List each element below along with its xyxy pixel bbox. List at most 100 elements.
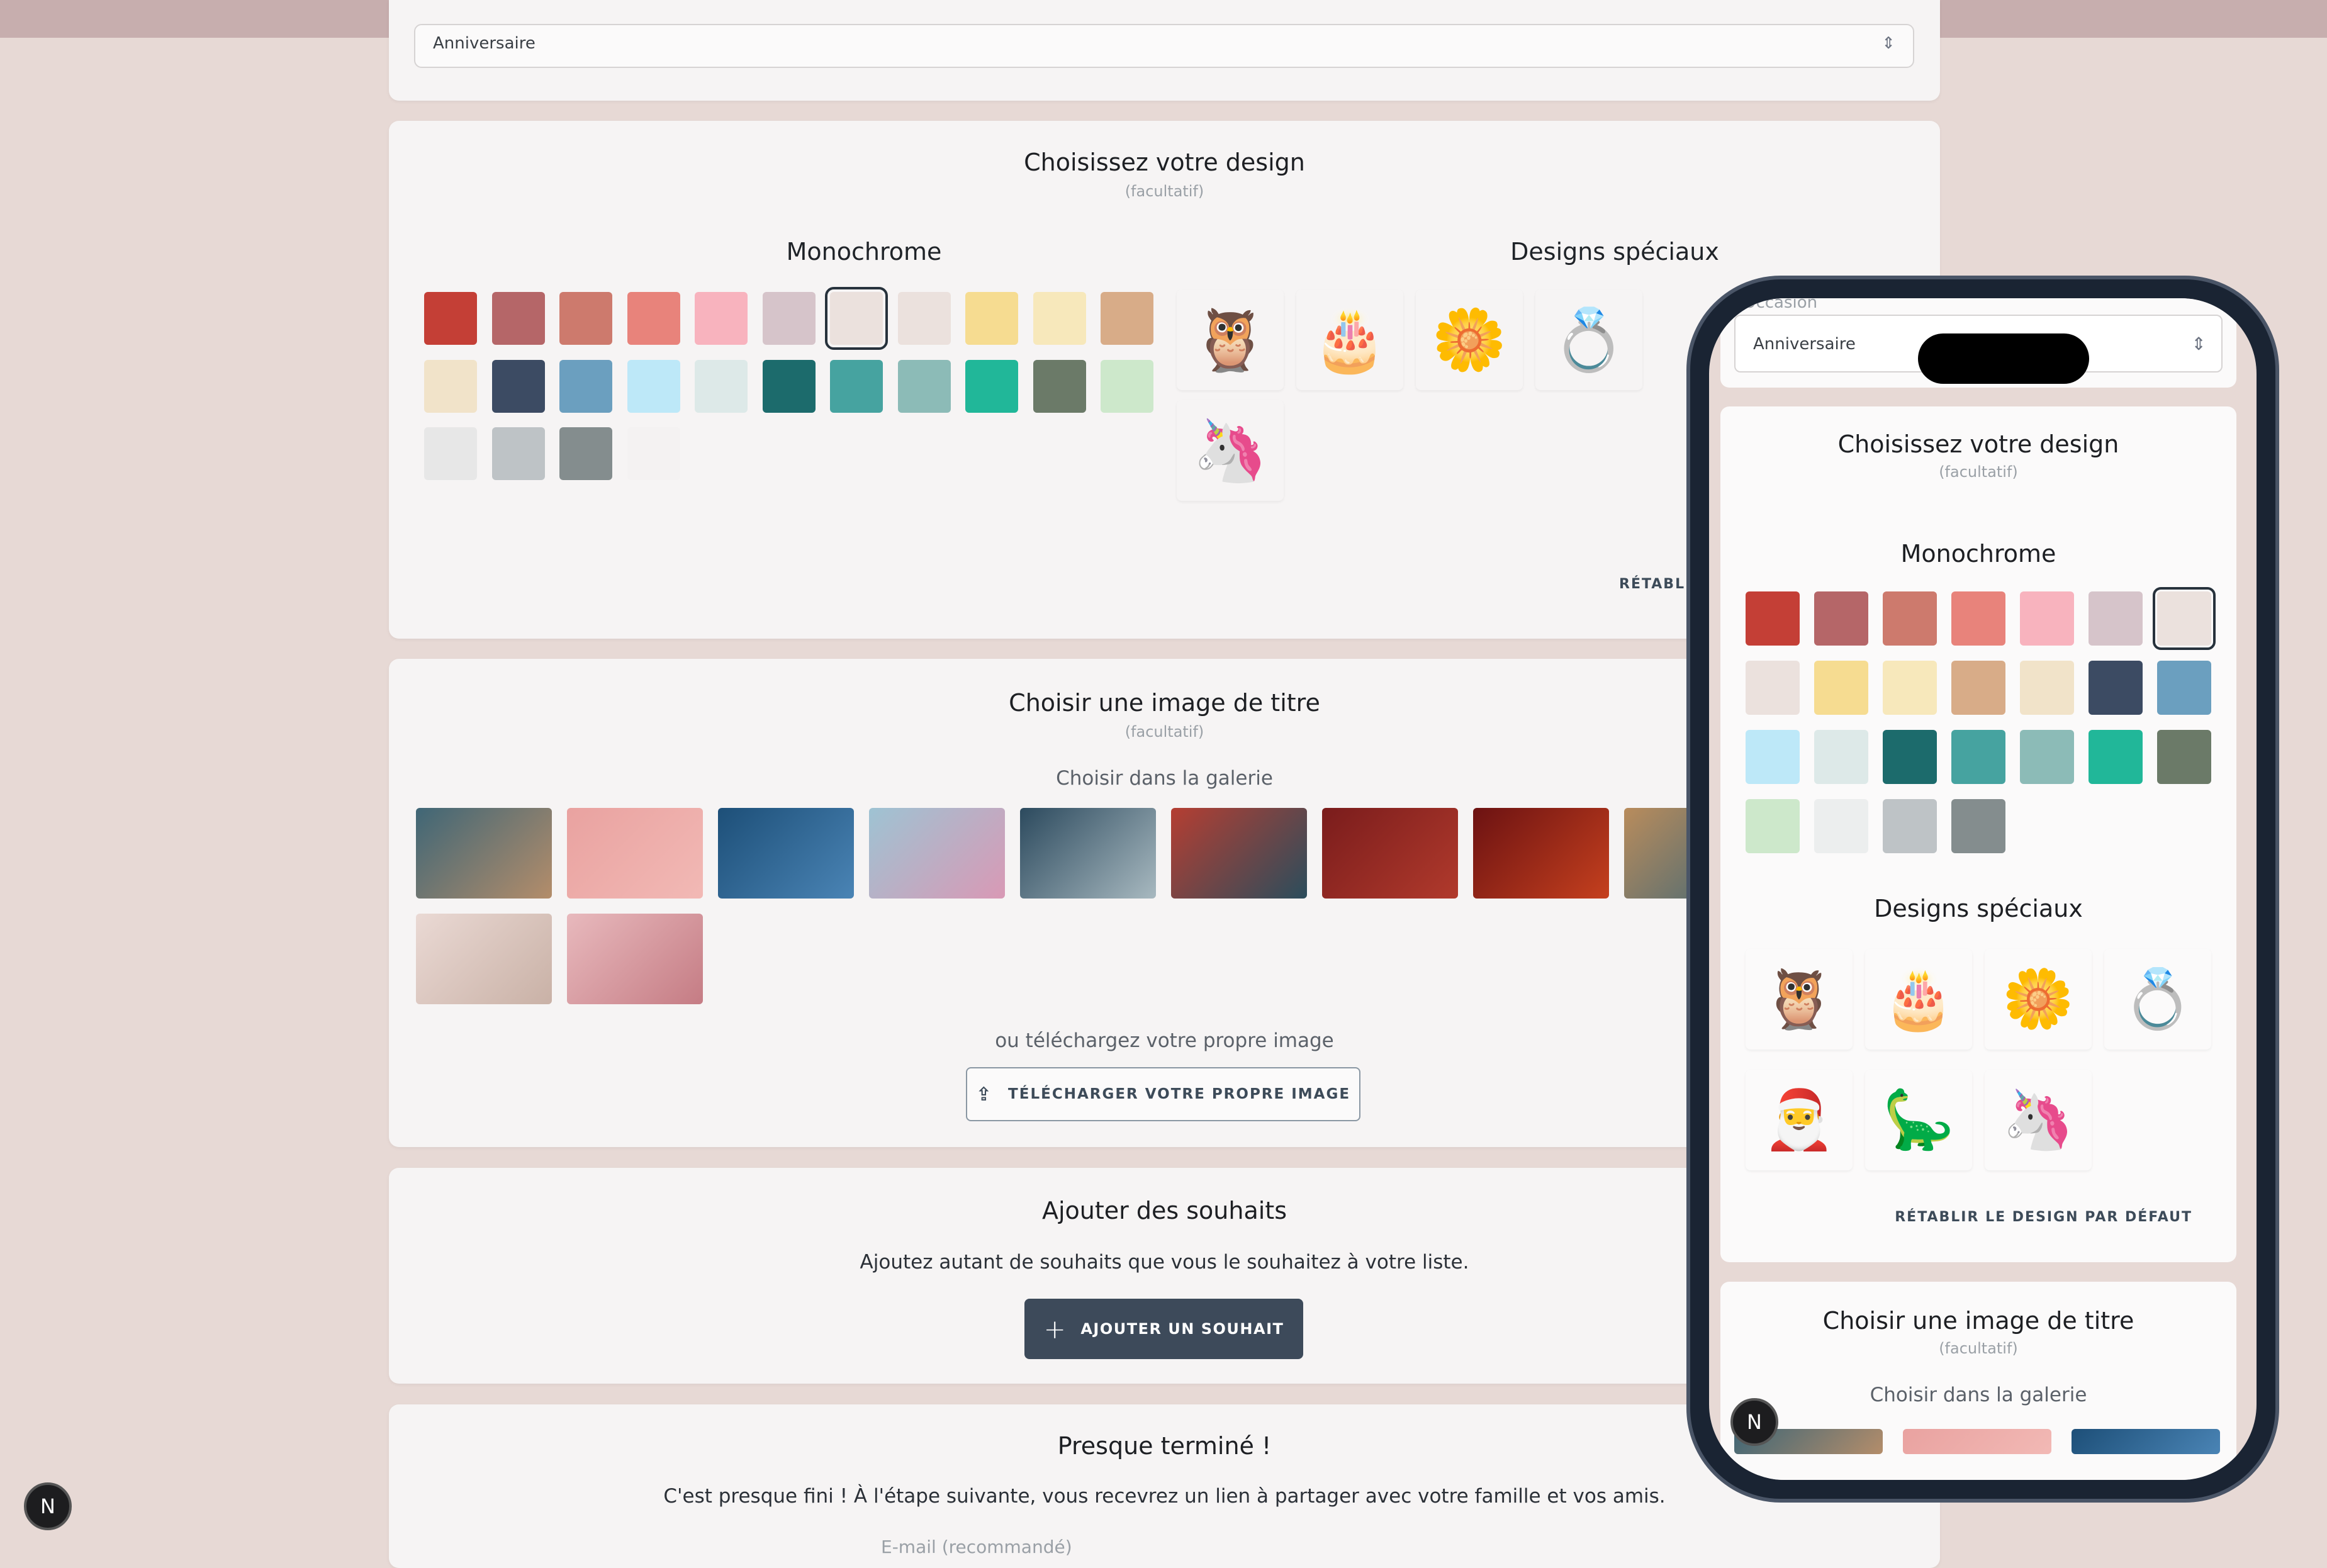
phone-color-swatch[interactable]: [1814, 661, 1868, 715]
phone-design-unicorn[interactable]: 🦄: [1985, 1070, 2092, 1170]
phone-color-swatch[interactable]: [2153, 587, 2216, 650]
phone-color-swatch[interactable]: [1746, 661, 1800, 715]
phone-color-swatch[interactable]: [1814, 799, 1868, 853]
nextjs-badge-icon[interactable]: N: [24, 1482, 72, 1530]
upload-icon: ⇪: [975, 1083, 994, 1106]
reset-design-link-truncated[interactable]: RÉTABLI: [1619, 576, 1691, 592]
color-swatch[interactable]: [491, 292, 545, 345]
color-swatch[interactable]: [424, 427, 477, 480]
monochrome-heading: Monochrome: [786, 238, 942, 266]
color-swatch[interactable]: [424, 292, 477, 345]
design-white-flower[interactable]: 🌼: [1416, 289, 1523, 390]
gallery-image-santa-gnome[interactable]: [1171, 808, 1307, 899]
phone-design-dinosaur[interactable]: 🦕: [1865, 1070, 1972, 1170]
color-swatch[interactable]: [627, 359, 680, 413]
color-swatch[interactable]: [825, 287, 888, 350]
gallery-image-pink-balloons[interactable]: [869, 808, 1005, 899]
phone-color-swatch[interactable]: [1883, 799, 1937, 853]
color-swatch[interactable]: [965, 359, 1018, 413]
upload-button-label: TÉLÉCHARGER VOTRE PROPRE IMAGE: [1008, 1086, 1351, 1102]
phone-occasion-label: Occasion: [1743, 298, 1818, 312]
add-wish-button[interactable]: + AJOUTER UN SOUHAIT: [1024, 1299, 1303, 1359]
color-swatch[interactable]: [965, 292, 1018, 345]
upload-image-button[interactable]: ⇪ TÉLÉCHARGER VOTRE PROPRE IMAGE: [966, 1067, 1360, 1121]
design-flower-rings[interactable]: 💍: [1535, 289, 1642, 390]
gallery-image-winter-deer[interactable]: [1020, 808, 1156, 899]
phone-nextjs-badge-icon[interactable]: N: [1730, 1398, 1778, 1446]
occasion-select-value: Anniversaire: [433, 34, 535, 53]
phone-color-swatch[interactable]: [2020, 661, 2074, 715]
phone-title-image-title: Choisir une image de titre: [1822, 1307, 2134, 1335]
color-swatch[interactable]: [1033, 359, 1086, 413]
plus-icon: +: [1043, 1313, 1067, 1345]
color-swatch[interactable]: [695, 292, 748, 345]
color-swatch[interactable]: [1033, 292, 1086, 345]
phone-color-swatch[interactable]: [2089, 591, 2143, 646]
phone-color-swatch[interactable]: [2089, 661, 2143, 715]
gallery-image-pink-cake[interactable]: [567, 808, 703, 899]
phone-color-swatch[interactable]: [2020, 591, 2074, 646]
gallery-image-rings-roses[interactable]: [416, 914, 552, 1004]
design-unicorn[interactable]: 🦄: [1177, 400, 1284, 501]
color-swatch[interactable]: [559, 359, 612, 413]
design-owl-flowers[interactable]: 🦉: [1177, 289, 1284, 390]
gallery-image-elephant-boy[interactable]: [416, 808, 552, 899]
phone-design-birthday-cake-balloon[interactable]: 🎂: [1865, 949, 1972, 1050]
chevron-updown-icon: ⇕: [2191, 333, 2206, 354]
phone-design-white-flower[interactable]: 🌼: [1985, 949, 2092, 1050]
phone-color-swatch[interactable]: [2089, 730, 2143, 784]
special-designs-heading: Designs spéciaux: [1510, 238, 1719, 266]
gallery-image-red-gift-bokeh[interactable]: [1473, 808, 1609, 899]
phone-gallery-image[interactable]: [1903, 1429, 2051, 1454]
color-swatch[interactable]: [559, 427, 612, 480]
color-swatch[interactable]: [1101, 359, 1153, 413]
phone-color-swatch[interactable]: [2157, 730, 2211, 784]
gallery-image-pink-peony[interactable]: [567, 914, 703, 1004]
phone-design-title: Choisissez votre design: [1837, 430, 2119, 458]
color-swatch[interactable]: [424, 359, 477, 413]
phone-monochrome-heading: Monochrome: [1900, 540, 2056, 568]
phone-color-swatch[interactable]: [1951, 799, 2005, 853]
gallery-image-santa-gifts[interactable]: [1322, 808, 1458, 899]
phone-color-swatch[interactable]: [1814, 730, 1868, 784]
phone-title-image-optional: (facultatif): [1939, 1340, 2018, 1357]
design-birthday-cake-balloon[interactable]: 🎂: [1296, 289, 1403, 390]
phone-color-swatch[interactable]: [2020, 730, 2074, 784]
email-field[interactable]: E-mail (recommandé): [881, 1537, 1072, 1557]
phone-design-flower-rings[interactable]: 💍: [2104, 949, 2211, 1050]
color-swatch[interactable]: [762, 292, 816, 345]
almost-description: C'est presque fini ! À l'étape suivante,…: [663, 1485, 1666, 1508]
phone-color-swatch[interactable]: [1814, 591, 1868, 646]
color-swatch[interactable]: [491, 427, 545, 480]
phone-color-swatch[interactable]: [1951, 591, 2005, 646]
color-swatch[interactable]: [627, 292, 680, 345]
chevron-updown-icon: ⇕: [1881, 34, 1895, 53]
phone-color-swatch[interactable]: [1883, 591, 1937, 646]
color-swatch[interactable]: [897, 359, 951, 413]
phone-design-santa-claus[interactable]: 🎅: [1746, 1070, 1853, 1170]
occasion-select[interactable]: Anniversaire ⇕: [414, 24, 1914, 68]
color-swatch[interactable]: [1101, 292, 1153, 345]
phone-gallery-image[interactable]: [2072, 1429, 2220, 1454]
color-swatch[interactable]: [491, 359, 545, 413]
color-swatch[interactable]: [695, 359, 748, 413]
phone-color-swatch[interactable]: [2157, 661, 2211, 715]
color-swatch[interactable]: [897, 292, 951, 345]
color-swatch[interactable]: [762, 359, 816, 413]
phone-color-swatch[interactable]: [1746, 591, 1800, 646]
phone-design-owl-flowers[interactable]: 🦉: [1746, 949, 1853, 1050]
dynamic-island: [1918, 333, 2089, 384]
phone-special-heading: Designs spéciaux: [1874, 895, 2083, 922]
phone-color-swatch[interactable]: [1883, 730, 1937, 784]
phone-color-swatch[interactable]: [1951, 730, 2005, 784]
gallery-image-blue-toys[interactable]: [718, 808, 854, 899]
phone-color-swatch[interactable]: [1951, 661, 2005, 715]
color-swatch[interactable]: [559, 292, 612, 345]
phone-color-swatch[interactable]: [1883, 661, 1937, 715]
phone-reset-design-link[interactable]: RÉTABLIR LE DESIGN PAR DÉFAUT: [1895, 1209, 2192, 1225]
add-wish-label: AJOUTER UN SOUHAIT: [1080, 1320, 1284, 1338]
design-title: Choisissez votre design: [1024, 148, 1305, 176]
phone-color-swatch[interactable]: [1746, 799, 1800, 853]
phone-color-swatch[interactable]: [1746, 730, 1800, 784]
color-swatch[interactable]: [830, 359, 883, 413]
